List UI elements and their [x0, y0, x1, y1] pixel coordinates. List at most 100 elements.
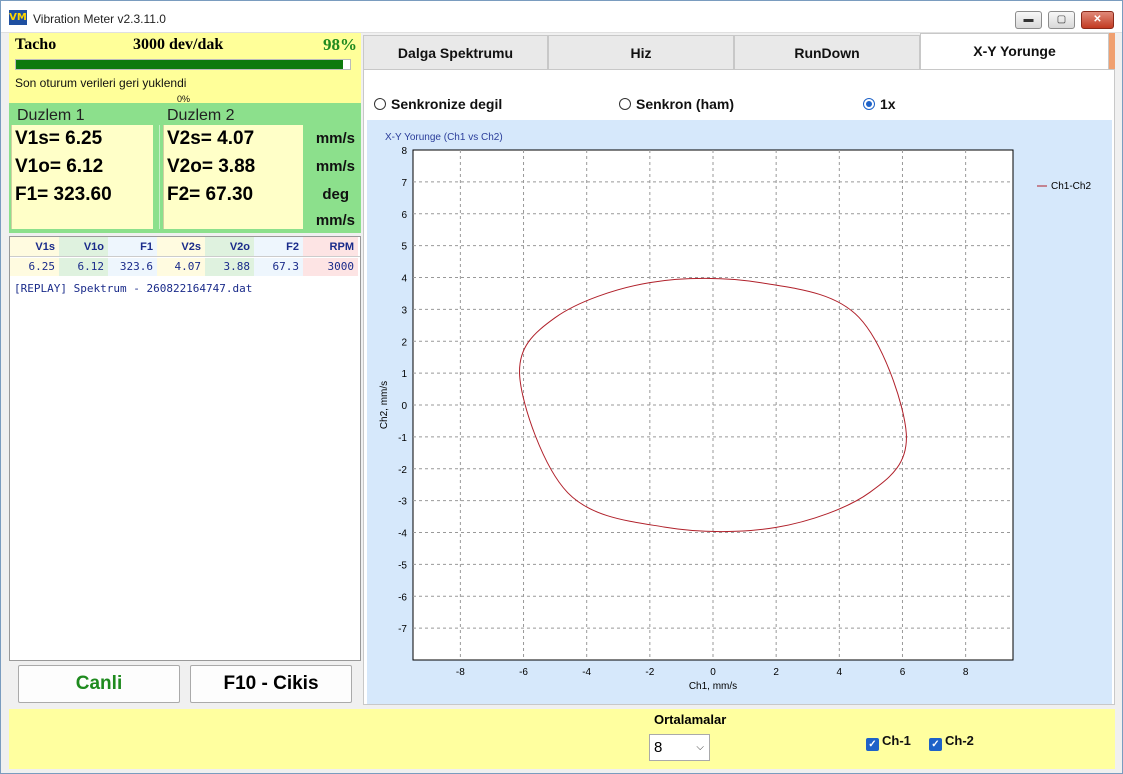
- maximize-button[interactable]: ▢: [1048, 11, 1075, 29]
- checkmark-icon: ✓: [929, 738, 942, 751]
- close-button[interactable]: ✕: [1081, 11, 1114, 29]
- grid-cell: 3000: [303, 258, 358, 276]
- grid-cell: 323.6: [108, 258, 157, 276]
- unit-label: mm/s: [315, 130, 355, 147]
- radio-sync-raw[interactable]: Senkron (ham): [619, 96, 734, 112]
- x-tick-label: 4: [837, 667, 843, 678]
- y-tick-label: -2: [398, 465, 407, 476]
- unit-label: deg: [322, 186, 349, 203]
- x-tick-label: -6: [519, 667, 528, 678]
- tacho-label: Tacho: [15, 36, 57, 53]
- minimize-button[interactable]: ▬: [1015, 11, 1042, 29]
- ch2-checkbox[interactable]: ✓ Ch-2: [929, 733, 974, 751]
- grid-cell: 4.07: [157, 258, 205, 276]
- ch1-checkbox[interactable]: ✓ Ch-1: [866, 733, 911, 751]
- grid-header-cell: F1: [108, 237, 157, 256]
- orbit-chart[interactable]: X-Y Yorunge (Ch1 vs Ch2) -8 -6 -4 -2 0 2 4 6 8 8…: [367, 120, 1112, 704]
- plane1-title: Duzlem 1: [17, 107, 85, 124]
- orbit-chart-svg[interactable]: X-Y Yorunge (Ch1 vs Ch2) -8 -6 -4 -2 0 2 4 6 8 8…: [367, 120, 1112, 704]
- app-window: VM Vibration Meter v2.3.11.0 ▬ ▢ ✕ Tacho…: [0, 0, 1123, 774]
- x-tick-label: 0: [710, 667, 716, 678]
- tab-spectrum[interactable]: Dalga Spektrumu: [363, 35, 548, 69]
- y-tick-label: -3: [398, 497, 407, 508]
- tab-rundown[interactable]: RunDown: [734, 35, 920, 69]
- x-tick-label: -4: [582, 667, 591, 678]
- grid-header-cell: V1s: [10, 237, 59, 256]
- f1-value: F1= 323.60: [15, 184, 112, 205]
- v2s-value: V2s= 4.07: [167, 128, 255, 149]
- y-tick-label: 7: [401, 178, 407, 189]
- log-line: [REPLAY] Spektrum - 260822164747.dat: [14, 282, 253, 295]
- window-title: Vibration Meter v2.3.11.0: [33, 12, 166, 26]
- x-tick-label: 8: [963, 667, 969, 678]
- grid-header-cell: V2o: [205, 237, 254, 256]
- plane2-title: Duzlem 2: [167, 107, 235, 124]
- y-tick-label: -1: [398, 433, 407, 444]
- y-axis-label: Ch2, mm/s: [379, 381, 390, 429]
- averages-value: 8: [654, 739, 663, 756]
- x-tick-label: 2: [773, 667, 779, 678]
- grid-cell: 6.25: [10, 258, 59, 276]
- app-logo-icon: VM: [9, 10, 27, 25]
- radio-label: 1x: [880, 96, 896, 112]
- tacho-panel: Tacho 3000 dev/dak 98% Son oturum verile…: [9, 33, 361, 104]
- checkmark-icon: ✓: [866, 738, 879, 751]
- unit-label: mm/s: [315, 158, 355, 175]
- radio-async[interactable]: Senkronize degil: [374, 96, 502, 112]
- x-tick-label: -2: [645, 667, 654, 678]
- y-tick-label: -6: [398, 592, 407, 603]
- f2-value: F2= 67.30: [167, 184, 254, 205]
- plane2-values: V2s= 4.07 V2o= 3.88 F2= 67.30: [163, 125, 303, 229]
- v2o-value: V2o= 3.88: [167, 156, 256, 177]
- grid-header-cell: F2: [254, 237, 303, 256]
- plane1-values: V1s= 6.25 V1o= 6.12 F1= 323.60: [11, 125, 153, 229]
- grid-header-cell: V1o: [59, 237, 108, 256]
- checkbox-label: Ch-1: [882, 733, 911, 748]
- grid-header-cell: V2s: [157, 237, 205, 256]
- y-tick-label: 0: [401, 401, 407, 412]
- y-tick-label: 1: [401, 369, 407, 380]
- y-axis-ticks: 8 7 6 5 4 3 2 1 0 -1 -2 -3 -4 -5 -6 -7: [398, 146, 407, 635]
- tab-velocity[interactable]: Hiz: [548, 35, 734, 69]
- x-tick-label: -8: [456, 667, 465, 678]
- tacho-rpm: 3000 dev/dak: [133, 36, 224, 53]
- chart-title: X-Y Yorunge (Ch1 vs Ch2): [385, 132, 503, 143]
- unit-label: mm/s: [315, 212, 355, 229]
- y-tick-label: 8: [401, 146, 407, 157]
- grid-header-cell: RPM: [303, 237, 358, 256]
- radio-selected-icon: [863, 98, 875, 110]
- y-tick-label: 6: [401, 210, 407, 221]
- y-tick-label: -4: [398, 529, 407, 540]
- radio-label: Senkronize degil: [391, 96, 503, 112]
- title-bar: VM Vibration Meter v2.3.11.0 ▬ ▢ ✕: [1, 1, 1122, 33]
- y-tick-label: -7: [398, 624, 407, 635]
- averages-select[interactable]: 8 ⌵: [649, 734, 710, 761]
- x-tick-label: 6: [900, 667, 906, 678]
- radio-1x[interactable]: 1x: [863, 96, 896, 112]
- tab-bar: Dalga Spektrumu Hiz RunDown X-Y Yorunge: [363, 33, 1115, 71]
- v1s-value: V1s= 6.25: [15, 128, 103, 149]
- bottom-bar: Ortalamalar 8 ⌵ ✓ Ch-1 ✓ Ch-2: [9, 709, 1115, 769]
- tacho-percent: 98%: [323, 35, 357, 54]
- legend-entry: Ch1-Ch2: [1051, 181, 1091, 192]
- radio-circle-icon: [619, 98, 631, 110]
- x-axis-label: Ch1, mm/s: [689, 681, 737, 692]
- grid-cell: 6.12: [59, 258, 108, 276]
- x-axis-ticks: -8 -6 -4 -2 0 2 4 6 8: [456, 667, 969, 678]
- y-tick-label: -5: [398, 560, 407, 571]
- chevron-down-icon: ⌵: [696, 742, 704, 753]
- tab-scroll-indicator: [1109, 33, 1115, 69]
- v1o-value: V1o= 6.12: [15, 156, 104, 177]
- table-row[interactable]: 6.25 6.12 323.6 4.07 3.88 67.3 3000: [10, 258, 360, 276]
- averages-label: Ortalamalar: [654, 712, 727, 727]
- y-tick-label: 3: [401, 305, 407, 316]
- exit-button[interactable]: F10 - Cikis: [190, 665, 352, 703]
- planes-panel: Duzlem 1 Duzlem 2 V1s= 6.25 V1o= 6.12 F1…: [9, 103, 361, 233]
- grid-cell: 67.3: [254, 258, 303, 276]
- measurement-log[interactable]: V1s V1o F1 V2s V2o F2 RPM 6.25 6.12 323.…: [9, 236, 361, 661]
- live-button[interactable]: Canli: [18, 665, 180, 703]
- tab-xy-orbit[interactable]: X-Y Yorunge: [920, 33, 1109, 71]
- y-tick-label: 5: [401, 242, 407, 253]
- grid-header: V1s V1o F1 V2s V2o F2 RPM: [10, 237, 360, 257]
- radio-label: Senkron (ham): [636, 96, 735, 112]
